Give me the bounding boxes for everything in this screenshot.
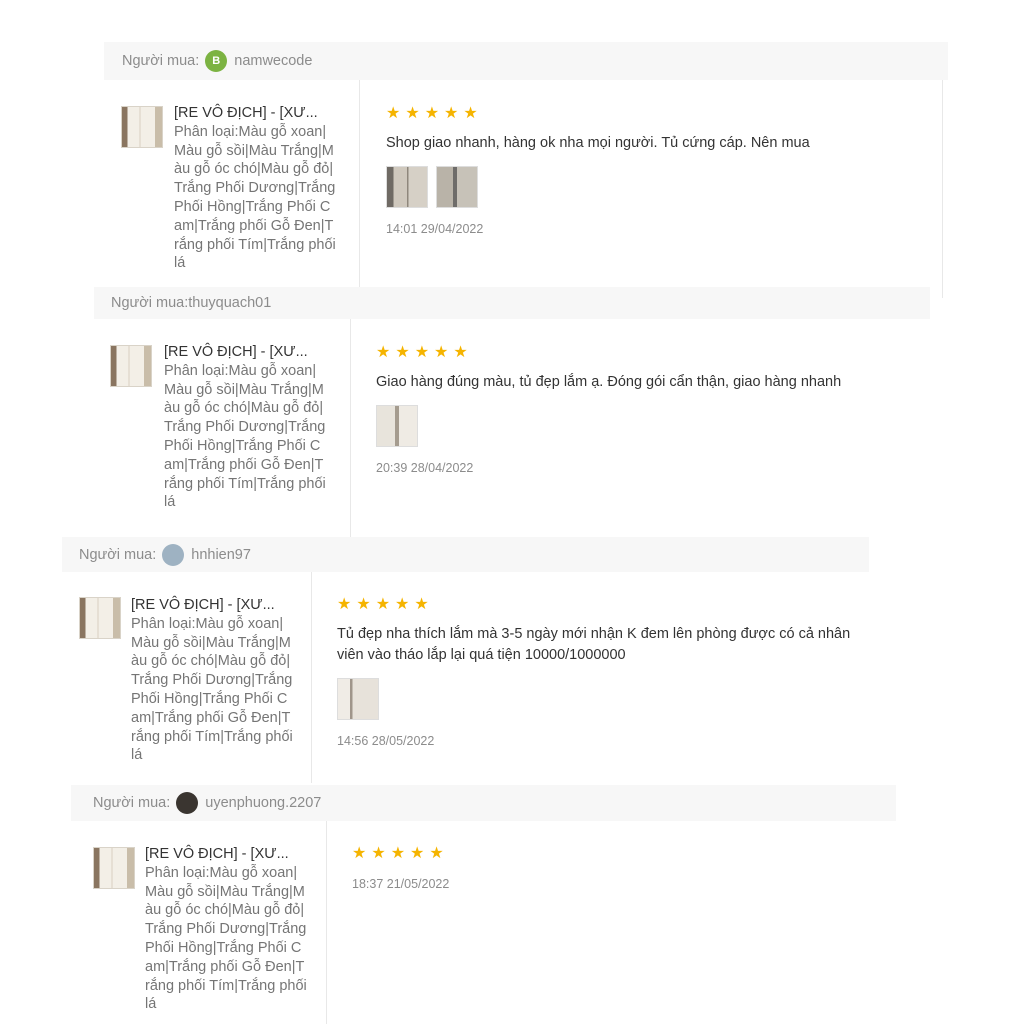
star-icon: ★ xyxy=(414,344,430,361)
product-variant: Phân loại:Màu gỗ xoan|Màu gỗ sồi|Màu Trắ… xyxy=(145,864,307,1013)
product-variant: Phân loại:Màu gỗ xoan|Màu gỗ sồi|Màu Trắ… xyxy=(131,615,293,764)
buyer-label: Người mua: xyxy=(122,53,200,69)
star-icon: ★ xyxy=(444,105,459,122)
star-icon: ★ xyxy=(434,344,449,361)
product-info[interactable]: [RE VÔ ĐỊCH] - [XƯ... Phân loại:Màu gỗ x… xyxy=(94,319,351,537)
star-icon: ★ xyxy=(463,105,478,122)
review-header: Người mua: hnhien97 xyxy=(62,537,869,572)
star-icon: ★ xyxy=(386,105,401,122)
buyer-avatar[interactable] xyxy=(162,543,185,566)
buyer-name[interactable]: uyenphuong.2207 xyxy=(205,795,321,811)
star-icon: ★ xyxy=(352,845,367,862)
buyer-name[interactable]: hnhien97 xyxy=(191,547,251,563)
review-comment: Tủ đẹp nha thích lắm mà 3-5 ngày mới nhậ… xyxy=(337,626,851,663)
review-content: ★ ★ ★ ★ ★ Tủ đẹp nha thích lắm mà 3-5 ngày m… xyxy=(337,597,857,748)
review-comment: Giao hàng đúng màu, tủ đẹp lắm ạ. Đóng g… xyxy=(376,374,842,390)
buyer-avatar[interactable] xyxy=(176,792,199,814)
star-rating: ★ ★ ★ ★ ★ xyxy=(376,345,916,361)
review-card: Người mua: thuyquach01 [RE VÔ ĐỊCH] - [X… xyxy=(94,287,930,537)
review-photos xyxy=(337,678,857,720)
buyer-name[interactable]: namwecode xyxy=(234,53,312,69)
star-icon: ★ xyxy=(405,105,420,122)
star-rating: ★ ★ ★ ★ ★ xyxy=(386,106,926,122)
review-timestamp: 14:56 28/05/2022 xyxy=(337,734,435,748)
review-timestamp: 20:39 28/04/2022 xyxy=(376,461,474,475)
product-title[interactable]: [RE VÔ ĐỊCH] - [XƯ... xyxy=(131,596,294,615)
buyer-label: Người mua: xyxy=(79,546,157,563)
buyer-name[interactable]: thuyquach01 xyxy=(188,295,271,311)
buyer-label: Người mua: xyxy=(111,295,189,311)
review-photo[interactable] xyxy=(376,405,418,447)
review-body: [RE VÔ ĐỊCH] - [XƯ... Phân loại:Màu gỗ x… xyxy=(94,319,930,537)
review-timestamp: 18:37 21/05/2022 xyxy=(352,877,450,891)
product-thumbnail[interactable] xyxy=(110,345,152,387)
star-icon: ★ xyxy=(390,845,406,862)
review-body: [RE VÔ ĐỊCH] - [XƯ... Phân loại:Màu gỗ x… xyxy=(104,80,943,298)
star-icon: ★ xyxy=(395,344,410,361)
star-rating: ★ ★ ★ ★ ★ xyxy=(337,597,857,613)
product-thumbnail[interactable] xyxy=(79,597,121,639)
review-timestamp: 14:01 29/04/2022 xyxy=(386,222,484,236)
review-body: [RE VÔ ĐỊCH] - [XƯ... Phân loại:Màu gỗ x… xyxy=(62,572,869,783)
review-content: ★ ★ ★ ★ ★ Shop giao nhanh, hàng ok nha mọi n… xyxy=(386,106,926,236)
star-icon: ★ xyxy=(429,845,444,862)
star-icon: ★ xyxy=(375,596,391,613)
product-thumbnail[interactable] xyxy=(93,847,135,889)
review-header: Người mua: uyenphuong.2207 xyxy=(71,785,896,821)
product-variant: Phân loại:Màu gỗ xoan|Màu gỗ sồi|Màu Trắ… xyxy=(174,123,336,272)
product-info[interactable]: [RE VÔ ĐỊCH] - [XƯ... Phân loại:Màu gỗ x… xyxy=(104,80,360,298)
product-info[interactable]: [RE VÔ ĐỊCH] - [XƯ... Phân loại:Màu gỗ x… xyxy=(71,821,327,1024)
review-content: ★ ★ ★ ★ ★ 18:37 21/05/2022 xyxy=(352,846,872,892)
product-thumbnail[interactable] xyxy=(121,106,163,148)
review-card: Người mua: B namwecode [RE VÔ ĐỊCH] - [X… xyxy=(104,42,948,298)
star-icon: ★ xyxy=(453,344,468,361)
star-icon: ★ xyxy=(337,596,352,613)
star-rating: ★ ★ ★ ★ ★ xyxy=(352,846,872,862)
product-title[interactable]: [RE VÔ ĐỊCH] - [XƯ... xyxy=(174,104,337,123)
star-icon: ★ xyxy=(376,344,391,361)
product-text: [RE VÔ ĐỊCH] - [XƯ... Phân loại:Màu gỗ x… xyxy=(164,343,327,512)
review-photo[interactable] xyxy=(436,166,478,208)
star-icon: ★ xyxy=(371,845,386,862)
buyer-avatar[interactable]: B xyxy=(205,50,228,72)
star-icon: ★ xyxy=(424,105,440,122)
star-icon: ★ xyxy=(410,845,425,862)
review-card: Người mua: hnhien97 [RE VÔ ĐỊCH] - [XƯ..… xyxy=(62,537,869,783)
review-photos xyxy=(386,166,926,208)
review-comment: Shop giao nhanh, hàng ok nha mọi người. … xyxy=(386,135,810,151)
review-header: Người mua: thuyquach01 xyxy=(94,287,930,319)
star-icon: ★ xyxy=(395,596,410,613)
avatar-letter: B xyxy=(212,55,221,67)
product-text: [RE VÔ ĐỊCH] - [XƯ... Phân loại:Màu gỗ x… xyxy=(131,596,294,765)
review-content: ★ ★ ★ ★ ★ Giao hàng đúng màu, tủ đẹp lắm ạ. … xyxy=(376,345,916,475)
product-title[interactable]: [RE VÔ ĐỊCH] - [XƯ... xyxy=(164,343,327,362)
product-variant: Phân loại:Màu gỗ xoan|Màu gỗ sồi|Màu Trắ… xyxy=(164,362,326,511)
product-info[interactable]: [RE VÔ ĐỊCH] - [XƯ... Phân loại:Màu gỗ x… xyxy=(62,572,312,783)
product-text: [RE VÔ ĐỊCH] - [XƯ... Phân loại:Màu gỗ x… xyxy=(145,845,308,1014)
review-header: Người mua: B namwecode xyxy=(104,42,948,80)
product-text: [RE VÔ ĐỊCH] - [XƯ... Phân loại:Màu gỗ x… xyxy=(174,104,337,273)
buyer-label: Người mua: xyxy=(93,795,171,811)
review-photo[interactable] xyxy=(337,678,379,720)
review-photos xyxy=(376,405,916,447)
star-icon: ★ xyxy=(414,596,429,613)
review-photo[interactable] xyxy=(386,166,428,208)
star-icon: ★ xyxy=(356,596,371,613)
product-title[interactable]: [RE VÔ ĐỊCH] - [XƯ... xyxy=(145,845,308,864)
review-card: Người mua: uyenphuong.2207 [RE VÔ ĐỊCH] … xyxy=(71,785,896,1024)
review-body: [RE VÔ ĐỊCH] - [XƯ... Phân loại:Màu gỗ x… xyxy=(71,821,896,1024)
